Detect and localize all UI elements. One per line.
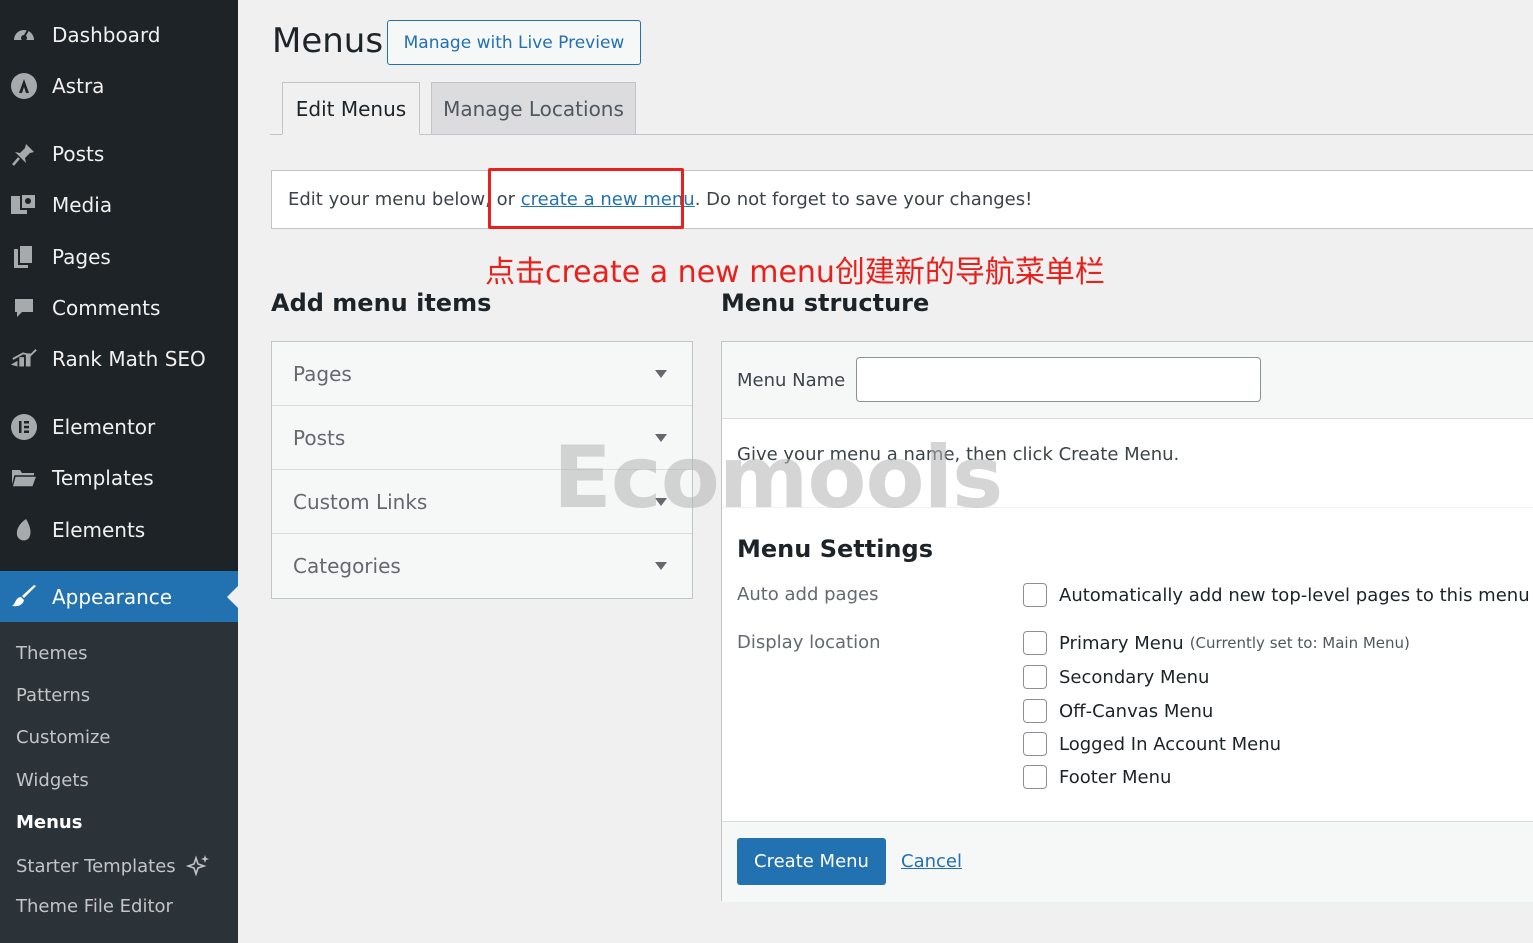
location-checkbox[interactable] — [1023, 732, 1047, 756]
sparkle-icon — [185, 854, 210, 878]
location-off-canvas-menu[interactable]: Off-Canvas Menu — [1023, 699, 1213, 723]
submenu-item-themes[interactable]: Themes — [16, 643, 87, 664]
sidebar-item-posts[interactable]: Posts — [0, 128, 238, 179]
create-new-menu-link[interactable]: create a new menu — [521, 189, 695, 210]
pages-icon — [10, 243, 38, 271]
accordion-custom-links[interactable]: Custom Links — [272, 470, 692, 534]
comment-icon — [10, 294, 38, 322]
auto-add-option[interactable]: Automatically add new top-level pages to… — [1023, 583, 1530, 607]
admin-sidebar: Dashboard Astra Posts Media Pages Commen… — [0, 0, 238, 943]
sidebar-item-pages[interactable]: Pages — [0, 231, 238, 282]
caret-down-icon — [655, 497, 667, 506]
menu-notice: Edit your menu below, or create a new me… — [271, 170, 1533, 229]
submenu-item-patterns[interactable]: Patterns — [16, 685, 90, 706]
location-note: (Currently set to: Main Menu) — [1189, 634, 1410, 652]
brush-icon — [10, 583, 38, 611]
location-checkbox[interactable] — [1023, 665, 1047, 689]
menu-structure-title: Menu structure — [721, 289, 930, 317]
submenu-item-starter-templates[interactable]: Starter Templates — [16, 854, 210, 878]
pin-icon — [10, 140, 38, 168]
caret-down-icon — [655, 433, 667, 442]
menu-name-bar: Menu Name — [722, 342, 1533, 419]
notice-prefix: Edit your menu below, or — [288, 189, 521, 210]
settings-divider — [722, 507, 1533, 508]
elements-icon — [10, 516, 38, 544]
sidebar-item-label: Templates — [52, 465, 154, 490]
sidebar-item-label: Elements — [52, 517, 146, 542]
submenu-item-customize[interactable]: Customize — [16, 727, 110, 748]
sidebar-item-elementor[interactable]: Elementor — [0, 401, 238, 452]
menu-actions-bar: Create Menu Cancel — [722, 821, 1533, 902]
submenu-item-menus[interactable]: Menus — [16, 812, 82, 833]
folder-icon — [10, 464, 38, 492]
create-menu-button[interactable]: Create Menu — [737, 838, 886, 885]
menu-instructions: Give your menu a name, then click Create… — [737, 444, 1180, 465]
sidebar-item-appearance[interactable]: Appearance — [0, 571, 238, 622]
location-checkbox[interactable] — [1023, 699, 1047, 723]
sidebar-item-templates[interactable]: Templates — [0, 452, 238, 503]
caret-down-icon — [655, 562, 667, 570]
sidebar-item-dashboard[interactable]: Dashboard — [0, 9, 238, 60]
cancel-link[interactable]: Cancel — [901, 851, 962, 872]
sidebar-item-label: Pages — [52, 244, 111, 269]
sidebar-item-rank-math[interactable]: Rank Math SEO — [0, 333, 238, 384]
notice-suffix: . Do not forget to save your changes! — [694, 189, 1033, 210]
sidebar-item-label: Rank Math SEO — [52, 346, 206, 371]
submenu-item-widgets[interactable]: Widgets — [16, 770, 89, 791]
active-indicator — [227, 586, 238, 608]
astra-icon — [10, 72, 38, 100]
accordion-categories[interactable]: Categories — [272, 534, 692, 598]
sidebar-item-label: Media — [52, 192, 113, 217]
sidebar-item-astra[interactable]: Astra — [0, 60, 238, 111]
tab-edit-menus[interactable]: Edit Menus — [282, 82, 420, 135]
auto-add-label: Auto add pages — [737, 584, 879, 605]
caret-down-icon — [655, 369, 667, 378]
appearance-submenu: Themes Patterns Customize Widgets Menus … — [0, 622, 238, 943]
menu-name-label: Menu Name — [737, 370, 846, 391]
page-title: Menus — [272, 21, 384, 61]
location-secondary-menu[interactable]: Secondary Menu — [1023, 665, 1209, 689]
elementor-icon — [10, 413, 38, 441]
sidebar-item-label: Elementor — [52, 414, 156, 439]
location-primary-menu[interactable]: Primary Menu (Currently set to: Main Men… — [1023, 631, 1410, 655]
submenu-item-theme-file-editor[interactable]: Theme File Editor — [16, 896, 173, 917]
sidebar-item-label: Posts — [52, 141, 105, 166]
menu-settings-title: Menu Settings — [737, 535, 933, 563]
dashboard-icon — [10, 21, 38, 49]
rank-math-icon — [10, 345, 38, 373]
add-menu-items-title: Add menu items — [271, 289, 492, 317]
menu-structure-panel: Menu Name Give your menu a name, then cl… — [721, 341, 1533, 902]
location-logged-in-account-menu[interactable]: Logged In Account Menu — [1023, 732, 1281, 756]
sidebar-item-elements[interactable]: Elements — [0, 504, 238, 555]
sidebar-item-label: Appearance — [52, 584, 173, 609]
accordion-posts[interactable]: Posts — [272, 406, 692, 470]
sidebar-item-comments[interactable]: Comments — [0, 282, 238, 333]
add-items-accordion: Pages Posts Custom Links Categories — [271, 341, 693, 599]
annotation-text: 点击create a new menu创建新的导航菜单栏 — [485, 255, 1105, 290]
display-location-label: Display location — [737, 632, 881, 653]
sidebar-item-label: Astra — [52, 73, 105, 98]
sidebar-item-label: Dashboard — [52, 22, 161, 47]
sidebar-item-media[interactable]: Media — [0, 179, 238, 230]
menu-name-input[interactable] — [856, 357, 1261, 402]
media-icon — [10, 191, 38, 219]
sidebar-item-label: Comments — [52, 295, 161, 320]
auto-add-checkbox[interactable] — [1023, 583, 1047, 607]
manage-live-preview-button[interactable]: Manage with Live Preview — [387, 20, 641, 65]
location-checkbox[interactable] — [1023, 765, 1047, 789]
accordion-pages[interactable]: Pages — [272, 342, 692, 406]
tab-manage-locations[interactable]: Manage Locations — [431, 82, 636, 135]
location-checkbox[interactable] — [1023, 631, 1047, 655]
location-footer-menu[interactable]: Footer Menu — [1023, 765, 1171, 789]
